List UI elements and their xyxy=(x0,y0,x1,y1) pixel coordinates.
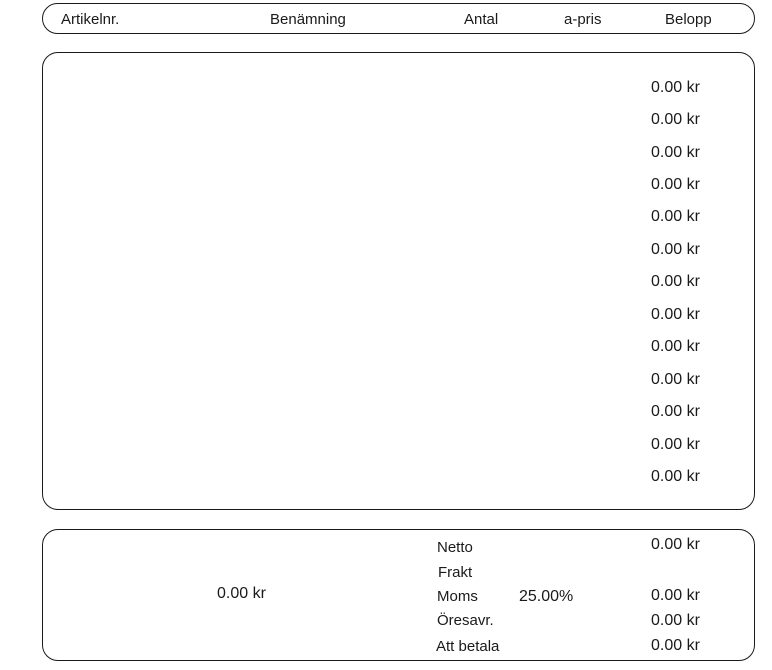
row-amount: 0.00 kr xyxy=(651,241,700,258)
moms-label: Moms xyxy=(437,588,478,605)
row-amount: 0.00 kr xyxy=(651,306,700,323)
oresavr-label: Öresavr. xyxy=(437,612,494,629)
row-amount: 0.00 kr xyxy=(651,208,700,225)
moms-rate: 25.00% xyxy=(519,588,574,605)
totals-box: 0.00 kr Netto 0.00 kr Frakt Moms 25.00% … xyxy=(42,529,755,661)
moms-value: 0.00 kr xyxy=(651,587,700,604)
summary-amount: 0.00 kr xyxy=(217,585,266,602)
column-header-amount: Belopp xyxy=(665,11,712,28)
row-amount: 0.00 kr xyxy=(651,371,700,388)
row-amount: 0.00 kr xyxy=(651,403,700,420)
att-betala-value: 0.00 kr xyxy=(651,637,700,654)
att-betala-label: Att betala xyxy=(436,638,500,655)
oresavr-value: 0.00 kr xyxy=(651,612,700,629)
item-rows-box: 0.00 kr 0.00 kr 0.00 kr 0.00 kr 0.00 kr … xyxy=(42,52,755,510)
row-amount: 0.00 kr xyxy=(651,273,700,290)
column-header-quantity: Antal xyxy=(464,11,499,28)
row-amount: 0.00 kr xyxy=(651,338,700,355)
row-amount: 0.00 kr xyxy=(651,436,700,453)
row-amount: 0.00 kr xyxy=(651,176,700,193)
column-header-bar: Artikelnr. Benämning Antal a-pris Belopp xyxy=(42,3,755,34)
row-amount: 0.00 kr xyxy=(651,79,700,96)
row-amount: 0.00 kr xyxy=(651,144,700,161)
netto-label: Netto xyxy=(437,539,473,556)
frakt-label: Frakt xyxy=(438,564,473,581)
row-amount: 0.00 kr xyxy=(651,111,700,128)
column-header-unit-price: a-pris xyxy=(564,11,602,28)
column-header-article-no: Artikelnr. xyxy=(61,11,120,28)
row-amount: 0.00 kr xyxy=(651,468,700,485)
column-header-description: Benämning xyxy=(270,11,346,28)
netto-value: 0.00 kr xyxy=(651,536,700,553)
